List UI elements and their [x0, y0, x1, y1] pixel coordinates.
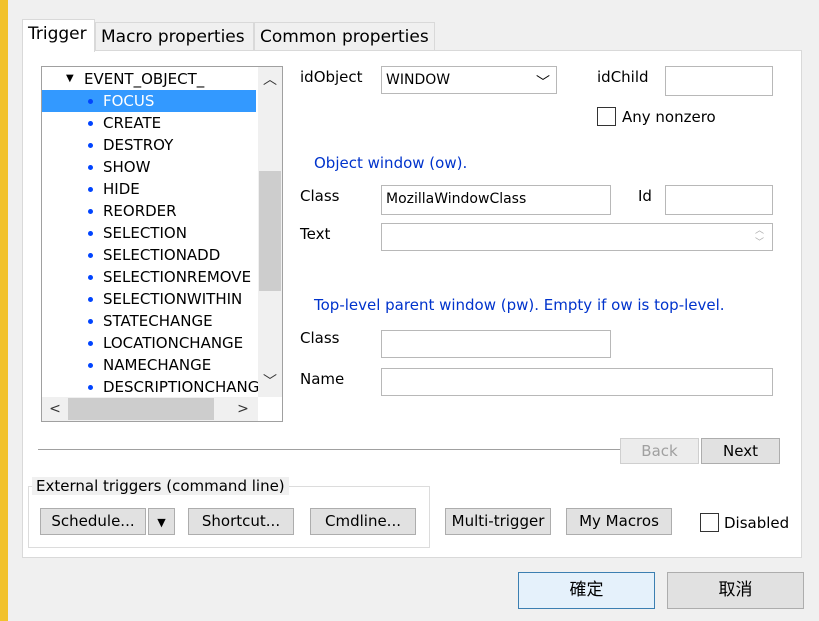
tree-item-label: DESCRIPTIONCHANG	[103, 378, 260, 396]
text-label: Text	[300, 225, 331, 243]
tree-item-label: REORDER	[103, 202, 177, 220]
idobject-select[interactable]: WINDOW ﹀	[381, 66, 557, 94]
tree-parent-label: EVENT_OBJECT_	[84, 70, 205, 88]
disabled-label: Disabled	[724, 514, 790, 532]
triangle-down-icon[interactable]: ▼	[66, 68, 74, 90]
chevron-right-icon[interactable]: >	[232, 398, 254, 420]
tree-item[interactable]: CREATE	[42, 112, 256, 134]
tree-item-label: SELECTIONREMOVE	[103, 268, 252, 286]
scroll-corner	[258, 397, 282, 421]
tree-item-label: STATECHANGE	[103, 312, 213, 330]
bullet-icon	[88, 363, 93, 368]
tree-item[interactable]: SELECTION	[42, 222, 256, 244]
schedule-dropdown-button[interactable]: ▼	[148, 508, 175, 535]
id-label: Id	[638, 187, 652, 205]
tree-item-label: SELECTIONADD	[103, 246, 221, 264]
text-field[interactable]: ︿ ﹀	[381, 223, 773, 251]
chevron-down-icon[interactable]: ﹀	[259, 371, 281, 393]
parent-name-label: Name	[300, 370, 345, 388]
external-triggers-title: External triggers (command line)	[32, 477, 289, 495]
parent-name-field[interactable]	[381, 368, 773, 396]
class-label: Class	[300, 187, 340, 205]
disabled-checkbox[interactable]	[700, 513, 719, 532]
tree-item[interactable]: DESTROY	[42, 134, 256, 156]
idobject-label: idObject	[300, 68, 363, 86]
tree-item[interactable]: REORDER	[42, 200, 256, 222]
bullet-icon	[88, 319, 93, 324]
tree-item-label: FOCUS	[103, 92, 155, 110]
event-tree[interactable]: ▼ EVENT_OBJECT_ FOCUS CREATE DESTROY SHOW HI…	[41, 66, 283, 422]
spin-arrows-icon[interactable]: ︿ ﹀	[755, 225, 764, 249]
tree-item[interactable]: SHOW	[42, 156, 256, 178]
tree-item-label: SELECTIONWITHIN	[103, 290, 243, 308]
my-macros-button[interactable]: My Macros	[566, 508, 672, 535]
bullet-icon	[88, 275, 93, 280]
parent-class-label: Class	[300, 329, 340, 347]
tree-item[interactable]: HIDE	[42, 178, 256, 200]
bullet-icon	[88, 143, 93, 148]
idchild-label: idChild	[597, 68, 649, 86]
shortcut-button[interactable]: Shortcut...	[188, 508, 294, 535]
bullet-icon	[88, 253, 93, 258]
back-button[interactable]: Back	[620, 438, 699, 464]
chevron-left-icon[interactable]: <	[44, 398, 66, 420]
tree-vertical-scrollbar[interactable]: ︿ ﹀	[258, 67, 282, 399]
bullet-icon	[88, 187, 93, 192]
bullet-icon	[88, 385, 93, 390]
vertical-scroll-thumb[interactable]	[259, 171, 281, 291]
any-nonzero-label: Any nonzero	[622, 108, 716, 126]
bullet-icon	[88, 165, 93, 170]
tab-common-properties[interactable]: Common properties	[254, 22, 435, 51]
tree-item-label: SELECTION	[103, 224, 187, 242]
separator	[38, 449, 620, 450]
cancel-button[interactable]: 取消	[667, 572, 804, 609]
parent-class-field[interactable]	[381, 330, 611, 358]
macro-dialog: Trigger Macro properties Common properti…	[8, 0, 819, 621]
triangle-down-icon: ▼	[157, 516, 166, 529]
tree-item-label: NAMECHANGE	[103, 356, 212, 374]
tree-parent[interactable]: ▼ EVENT_OBJECT_	[42, 68, 256, 90]
tree-item-label: SHOW	[103, 158, 151, 176]
chevron-up-icon[interactable]: ︿	[259, 69, 281, 91]
class-field[interactable]: MozillaWindowClass	[381, 185, 611, 215]
tree-item[interactable]: SELECTIONADD	[42, 244, 256, 266]
horizontal-scroll-thumb[interactable]	[68, 398, 214, 420]
bullet-icon	[88, 121, 93, 126]
next-button[interactable]: Next	[701, 438, 780, 464]
tab-trigger[interactable]: Trigger	[22, 19, 95, 52]
tree-horizontal-scrollbar[interactable]: < >	[42, 397, 282, 421]
tree-item[interactable]: DESCRIPTIONCHANG	[42, 376, 260, 398]
any-nonzero-checkbox[interactable]	[597, 107, 616, 126]
tree-item[interactable]: SELECTIONWITHIN	[42, 288, 256, 310]
chevron-down-icon[interactable]: ﹀	[536, 72, 550, 92]
idchild-field[interactable]	[665, 66, 773, 96]
tree-item[interactable]: STATECHANGE	[42, 310, 256, 332]
ok-button[interactable]: 確定	[518, 572, 655, 609]
tree-item-label: HIDE	[103, 180, 140, 198]
bullet-icon	[88, 209, 93, 214]
object-window-heading: Object window (ow).	[314, 154, 468, 172]
id-field[interactable]	[665, 185, 773, 215]
bullet-icon	[88, 297, 93, 302]
bullet-icon	[88, 99, 93, 104]
tree-item-label: DESTROY	[103, 136, 174, 154]
tree-item[interactable]: LOCATIONCHANGE	[42, 332, 256, 354]
tree-item[interactable]: FOCUS	[42, 90, 256, 112]
idobject-value: WINDOW	[386, 72, 451, 88]
tab-macro-properties[interactable]: Macro properties	[95, 22, 254, 51]
bullet-icon	[88, 341, 93, 346]
tree-item[interactable]: NAMECHANGE	[42, 354, 256, 376]
cmdline-button[interactable]: Cmdline...	[310, 508, 416, 535]
parent-window-heading: Top-level parent window (pw). Empty if o…	[314, 296, 725, 314]
tree-item[interactable]: SELECTIONREMOVE	[42, 266, 256, 288]
schedule-button[interactable]: Schedule...	[40, 508, 146, 535]
tree-item-label: LOCATIONCHANGE	[103, 334, 244, 352]
multi-trigger-button[interactable]: Multi-trigger	[445, 508, 551, 535]
bullet-icon	[88, 231, 93, 236]
tree-item-label: CREATE	[103, 114, 162, 132]
